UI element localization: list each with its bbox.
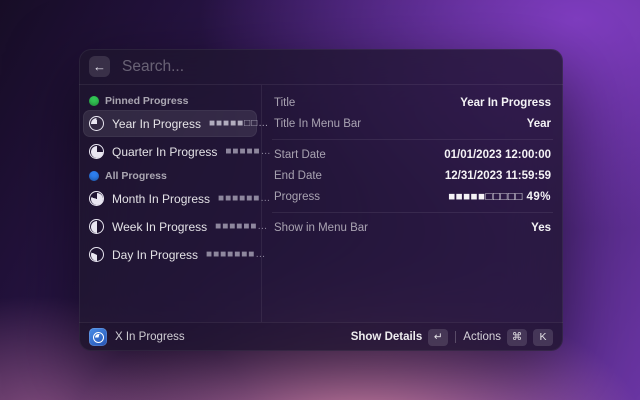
list-item-week-in-progress[interactable]: Week In Progress ■■■■■■…: [83, 213, 257, 240]
detail-label: Show in Menu Bar: [274, 222, 368, 234]
year-pie-icon: [89, 116, 104, 131]
section-label: All Progress: [105, 170, 167, 182]
detail-value: Yes: [531, 222, 551, 234]
section-label: Pinned Progress: [105, 95, 188, 107]
enter-key-icon: ↵: [428, 329, 448, 346]
all-dot-icon: [89, 171, 99, 181]
list-item-year-in-progress[interactable]: Year In Progress ■■■■■□□…: [83, 110, 257, 137]
detail-value: 01/01/2023 12:00:00: [444, 149, 551, 161]
detail-divider: [272, 139, 553, 140]
detail-row-title-in-menu-bar: Title In Menu Bar Year: [274, 115, 551, 133]
quarter-pie-icon: [89, 144, 104, 159]
list-item-label: Day In Progress: [112, 248, 198, 262]
content-area: Pinned Progress Year In Progress ■■■■■□□…: [79, 85, 563, 322]
detail-row-progress: Progress ■■■■■□□□□□ 49%: [274, 188, 551, 206]
day-pie-icon: [89, 247, 104, 262]
footer-actions: Show Details ↵ Actions ⌘ K: [351, 329, 553, 346]
list-item-day-in-progress[interactable]: Day In Progress ■■■■■■■…: [83, 241, 257, 268]
pinned-dot-icon: [89, 96, 99, 106]
detail-label: Title In Menu Bar: [274, 118, 361, 130]
action-bar: X In Progress Show Details ↵ Actions ⌘ K: [79, 322, 563, 351]
k-key-icon: K: [533, 329, 553, 346]
launcher-window: ← Pinned Progress Year In Progress ■■■■■…: [79, 49, 563, 351]
detail-label: Title: [274, 97, 295, 109]
detail-value: 12/31/2023 11:59:59: [445, 170, 551, 182]
detail-label: End Date: [274, 170, 322, 182]
search-input[interactable]: [120, 57, 553, 77]
list-item-label: Quarter In Progress: [112, 145, 217, 159]
detail-divider: [272, 212, 553, 213]
detail-row-title: Title Year In Progress: [274, 94, 551, 112]
back-button[interactable]: ←: [89, 56, 110, 77]
list-item-label: Week In Progress: [112, 220, 207, 234]
detail-label: Progress: [274, 191, 320, 203]
list-item-label: Month In Progress: [112, 192, 210, 206]
detail-row-show-in-menu-bar: Show in Menu Bar Yes: [274, 219, 551, 237]
progress-app-icon: [89, 328, 107, 346]
back-arrow-icon: ←: [93, 56, 106, 77]
detail-row-start-date: Start Date 01/01/2023 12:00:00: [274, 146, 551, 164]
detail-value: Year: [527, 118, 551, 130]
section-pinned-progress: Pinned Progress: [83, 92, 257, 109]
month-pie-icon: [89, 191, 104, 206]
detail-progress-blocks: ■■■■■□□□□□ 49%: [448, 191, 551, 203]
app-name: X In Progress: [115, 331, 185, 343]
show-details-label: Show Details: [351, 331, 423, 343]
list-item-progress-blocks: ■■■■■■■…: [206, 249, 266, 260]
list-item-quarter-in-progress[interactable]: Quarter In Progress ■■■■■…: [83, 138, 257, 165]
footer-separator: [455, 331, 456, 343]
cmd-key-icon: ⌘: [507, 329, 527, 346]
list-item-label: Year In Progress: [112, 117, 201, 131]
detail-row-end-date: End Date 12/31/2023 11:59:59: [274, 167, 551, 185]
show-details-button[interactable]: Show Details ↵: [351, 329, 449, 346]
actions-label: Actions: [463, 331, 501, 343]
detail-label: Start Date: [274, 149, 326, 161]
week-pie-icon: [89, 219, 104, 234]
section-all-progress: All Progress: [83, 167, 257, 184]
progress-list: Pinned Progress Year In Progress ■■■■■□□…: [79, 85, 262, 322]
list-item-month-in-progress[interactable]: Month In Progress ■■■■■■…: [83, 185, 257, 212]
detail-value: Year In Progress: [460, 97, 551, 109]
list-item-progress-blocks: ■■■■■□□…: [209, 118, 269, 129]
list-item-progress-blocks: ■■■■■■…: [215, 221, 268, 232]
actions-button[interactable]: Actions ⌘ K: [463, 329, 553, 346]
detail-panel: Title Year In Progress Title In Menu Bar…: [262, 85, 563, 322]
search-bar: ←: [79, 49, 563, 85]
